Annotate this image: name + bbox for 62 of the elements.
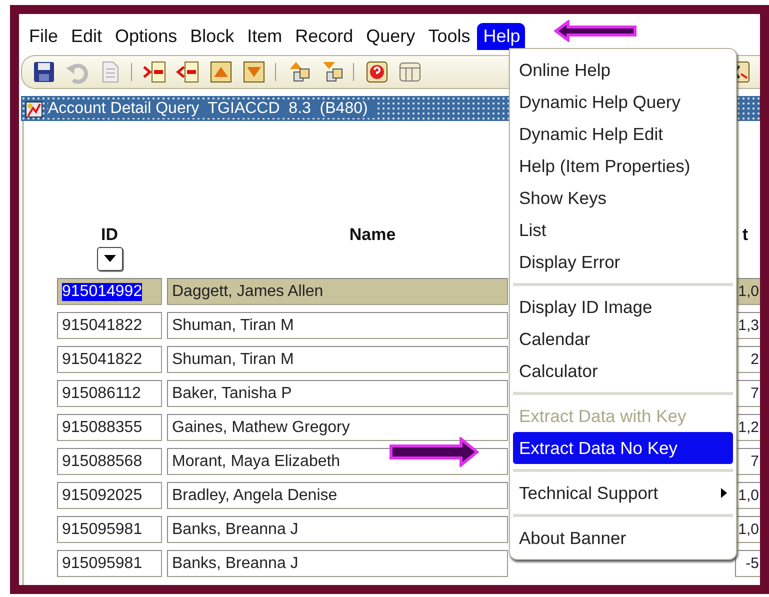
menu-item[interactable]: Tools	[422, 23, 476, 50]
menu-item[interactable]: Block	[184, 23, 240, 50]
id-field[interactable]: 915088355	[57, 414, 162, 441]
table-icon[interactable]	[398, 60, 422, 84]
caret-icon	[104, 255, 116, 263]
submenu-arrow-icon	[721, 488, 727, 498]
name-field[interactable]: Baker, Tanisha P	[167, 380, 508, 407]
menu-item[interactable]: Item	[241, 23, 288, 50]
name-field[interactable]: Banks, Breanna J	[167, 516, 508, 543]
column-header: t	[742, 225, 749, 245]
name-field[interactable]: Bradley, Angela Denise	[167, 482, 508, 509]
help-icon[interactable]	[365, 60, 389, 84]
id-field[interactable]: 915041822	[57, 312, 162, 339]
name-field[interactable]: Shuman, Tiran M	[167, 312, 508, 339]
amount-field[interactable]: 7	[735, 448, 760, 475]
amount-field[interactable]: 2	[735, 346, 760, 373]
menu-item[interactable]: Extract Data No Key	[513, 432, 733, 464]
menu-item[interactable]: Edit	[65, 23, 108, 50]
menu-item[interactable]: Dynamic Help Query	[513, 86, 733, 118]
menu-item[interactable]: Record	[289, 23, 358, 50]
id-field[interactable]: 915014992	[57, 278, 162, 305]
name-field[interactable]: Gaines, Mathew Gregory	[167, 414, 508, 441]
menu-item[interactable]: About Banner	[513, 522, 733, 554]
remove-record-icon[interactable]	[176, 60, 200, 84]
menu-item[interactable]: Dynamic Help Edit	[513, 118, 733, 150]
menu-item[interactable]: List	[513, 214, 733, 246]
submenu-item[interactable]: Technical Support	[513, 477, 733, 509]
id-field[interactable]: 915095981	[57, 550, 162, 577]
id-field[interactable]: 915092025	[57, 482, 162, 509]
form-icon	[24, 98, 44, 118]
menu-item[interactable]: Calculator	[513, 355, 733, 387]
menu-item[interactable]: Show Keys	[513, 182, 733, 214]
insert-record-icon[interactable]	[143, 60, 167, 84]
menu-item[interactable]: Display Error	[513, 246, 733, 278]
form-title: Account Detail Query TGIACCD 8.3 (B480)	[48, 100, 376, 118]
menu-item[interactable]: Calendar	[513, 323, 733, 355]
id-field[interactable]: 915086112	[57, 380, 162, 407]
menu-item[interactable]: Display ID Image	[513, 291, 733, 323]
column-header: ID	[101, 225, 118, 245]
menu-item[interactable]: Help (Item Properties)	[513, 150, 733, 182]
menu-item[interactable]: Options	[109, 23, 182, 50]
stacked-pages-icon[interactable]	[320, 60, 344, 84]
amount-field[interactable]: -5	[735, 550, 760, 577]
id-field[interactable]: 915088568	[57, 448, 162, 475]
name-field[interactable]: Banks, Breanna J	[167, 550, 508, 577]
menu-item[interactable]: Query	[360, 23, 420, 50]
column-header: Name	[349, 225, 396, 245]
amount-field[interactable]: 1,3	[735, 312, 760, 339]
id-field[interactable]: 915041822	[57, 346, 162, 373]
amount-field[interactable]: 1,0	[735, 278, 760, 305]
save-icon[interactable]	[32, 60, 56, 84]
amount-field[interactable]: 1,0	[735, 516, 760, 543]
id-field[interactable]: 915095981	[57, 516, 162, 543]
amount-field[interactable]: 7	[735, 380, 760, 407]
name-field[interactable]: Shuman, Tiran M	[167, 346, 508, 373]
dropdown-button[interactable]	[96, 247, 122, 271]
amount-field[interactable]: 1,2	[735, 414, 760, 441]
amount-field[interactable]: 1,0	[735, 482, 760, 509]
menu-item[interactable]: Help	[477, 23, 526, 50]
menu-item[interactable]: File	[23, 23, 64, 50]
stacked-pages-icon[interactable]	[287, 60, 311, 84]
name-field[interactable]: Daggett, James Allen	[167, 278, 508, 305]
